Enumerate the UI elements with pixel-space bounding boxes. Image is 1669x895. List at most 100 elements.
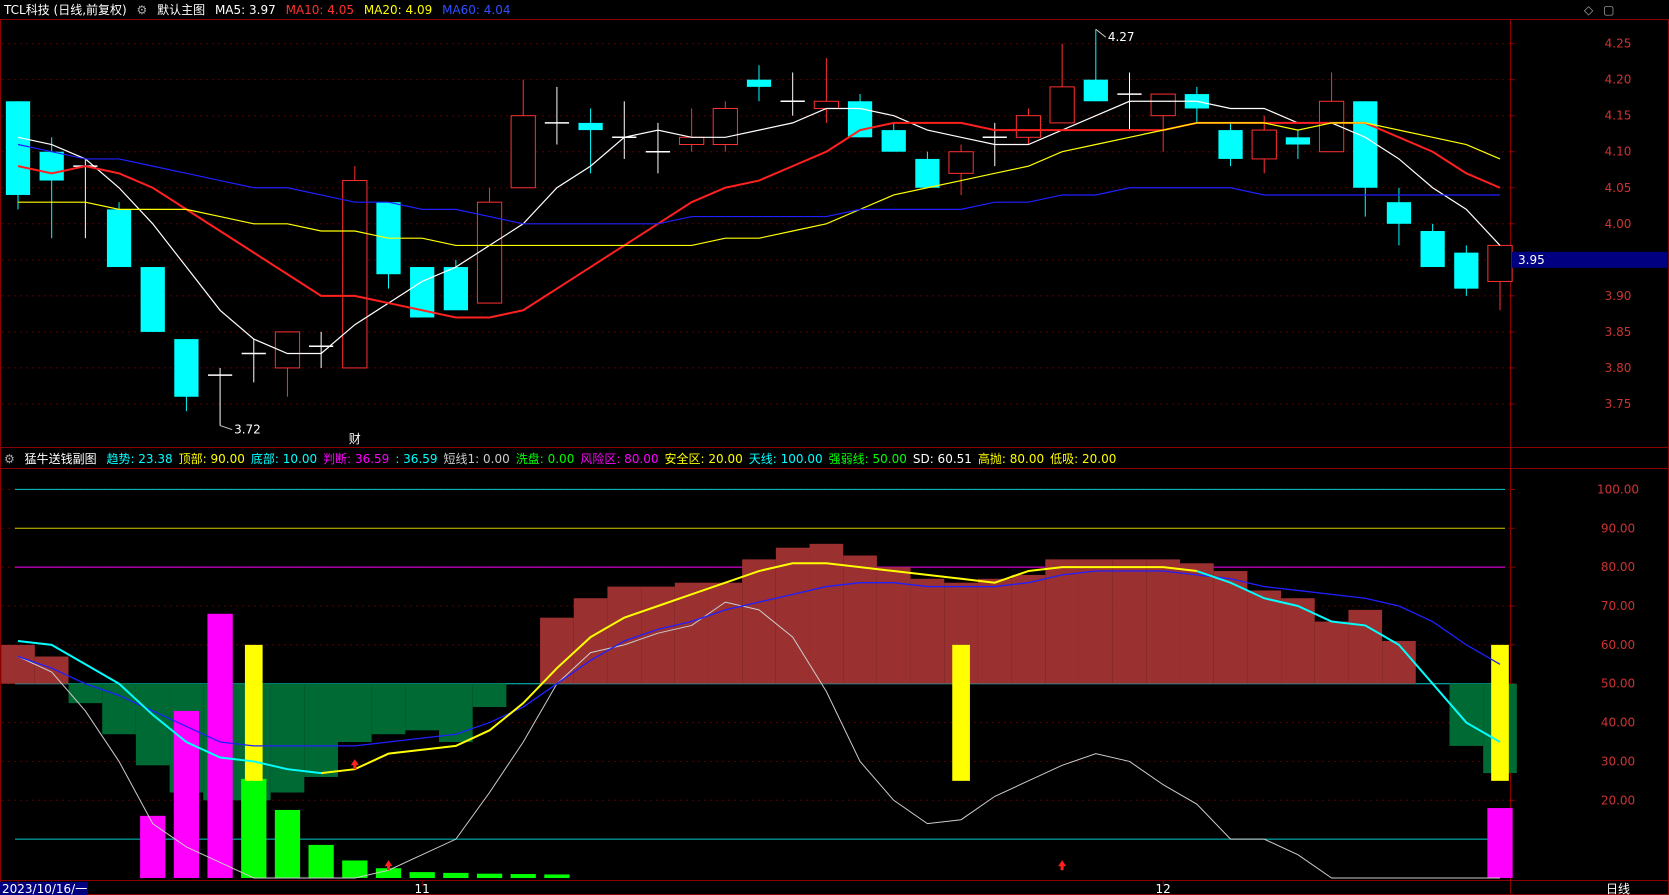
indicator-tick-label: 100.00	[1597, 482, 1639, 496]
indicator-legend-item: 天线: 100.00	[748, 452, 823, 466]
candle-body	[39, 151, 64, 181]
candle-body	[813, 100, 839, 109]
risk-area-bar	[1314, 621, 1349, 684]
candle-body	[106, 209, 132, 268]
risk-area-bar	[708, 582, 743, 684]
candle-body	[746, 79, 772, 87]
indicator-tick-label: 50.00	[1601, 677, 1635, 691]
risk-area-bar	[977, 578, 1012, 684]
safe-area-bar	[1449, 683, 1484, 746]
candle-body	[1218, 130, 1243, 159]
candle-body	[1150, 93, 1176, 117]
date-label: 11	[415, 882, 430, 895]
indicator-legend-item: 短线1: 0.00	[443, 452, 510, 466]
indicator-legend-item: SD: 60.51	[912, 452, 972, 466]
indicator-tick-label: 40.00	[1601, 716, 1635, 730]
price-tick-label: 4.05	[1605, 181, 1632, 195]
magenta-bar	[1487, 808, 1513, 878]
yellow-bar	[952, 644, 970, 781]
risk-area-bar	[1, 644, 35, 684]
risk-area-bar	[742, 559, 776, 684]
candle-body	[1487, 244, 1513, 282]
indicator-legend-item: 判断: 36.59	[323, 452, 390, 466]
candle-body	[443, 267, 468, 311]
risk-area-bar	[910, 578, 945, 684]
risk-area-bar	[1382, 640, 1416, 684]
candle-body	[712, 107, 738, 146]
settings-icon[interactable]: ⚙	[4, 452, 15, 466]
safe-area-bar	[405, 683, 440, 731]
ma10-legend: MA10: 4.05	[285, 3, 354, 17]
indicator-tick-label: 60.00	[1601, 638, 1635, 652]
candle-body	[915, 158, 940, 188]
indicator-legend-item: 强弱线: 50.00	[828, 452, 907, 466]
risk-area-bar	[1247, 590, 1282, 684]
safe-area-bar	[304, 683, 338, 777]
green-bar	[443, 872, 469, 878]
risk-area-bar	[1348, 609, 1383, 684]
candle-body	[679, 136, 705, 146]
indicator-tick-label: 30.00	[1601, 754, 1635, 768]
indicator-tick-label: 70.00	[1601, 599, 1635, 613]
green-bar	[241, 778, 267, 878]
indicator-legend-item: : 36.59	[395, 452, 438, 466]
risk-area-bar	[573, 598, 608, 684]
price-tick-label: 4.20	[1605, 73, 1632, 87]
green-bar	[510, 874, 536, 878]
candle-body	[881, 130, 906, 152]
price-tick-label: 4.25	[1605, 37, 1632, 51]
low-pointer	[219, 425, 233, 431]
indicator-legend-item: 趋势: 23.38	[106, 452, 173, 466]
price-tick-label: 4.10	[1605, 145, 1632, 159]
candle-body	[1015, 115, 1042, 138]
indicator-legend-item: 高抛: 80.00	[977, 452, 1045, 466]
stock-title[interactable]: TCL科技 (日线,前复权)	[4, 3, 127, 17]
ma5-line	[17, 100, 1501, 355]
indicator-title[interactable]: 猛牛送钱副图	[25, 452, 97, 466]
candle-body	[476, 201, 503, 304]
risk-area-bar	[1078, 559, 1113, 684]
candle-body	[578, 122, 603, 131]
date-label: 12	[1156, 882, 1171, 895]
safe-area-bar	[68, 683, 103, 704]
price-tick-label: 3.80	[1605, 361, 1632, 375]
indicator-tick-label: 90.00	[1601, 521, 1635, 535]
price-tick-label: 3.85	[1605, 325, 1632, 339]
up-arrow-icon	[1058, 860, 1067, 871]
high-pointer	[1095, 28, 1107, 38]
candle-body	[1083, 79, 1108, 102]
candle-body	[948, 151, 974, 174]
settings-icon[interactable]: ⚙	[137, 3, 148, 17]
collapse-icon[interactable]: ▢	[1603, 3, 1614, 17]
safe-area-bar	[371, 683, 406, 735]
indicator-tick-label: 80.00	[1601, 560, 1635, 574]
template-selector[interactable]: 默认主图	[157, 3, 205, 17]
current-price-label: 3.95	[1518, 253, 1545, 267]
candle-body	[847, 101, 873, 138]
indicator-legend-item: 洗盘: 0.00	[515, 452, 575, 466]
candle-body	[174, 339, 199, 397]
high-price-label: 4.27	[1108, 30, 1135, 44]
indicator-legend-item: 底部: 10.00	[250, 452, 318, 466]
date-label: 2023/10/16/一	[2, 882, 87, 895]
ma60-legend: MA60: 4.04	[442, 3, 511, 17]
green-bar	[342, 860, 368, 878]
safe-area-bar	[472, 683, 507, 708]
indicator-legend-item: 安全区: 20.00	[664, 452, 743, 466]
candle-body	[5, 101, 31, 195]
candle-body	[510, 115, 536, 189]
low-price-label: 3.72	[234, 423, 261, 437]
stock-chart[interactable]: 3.75 3.80 3.85 3.90 3.95 4.00 4.05 4.10 4.15 4.20…	[0, 0, 1669, 895]
risk-area-bar	[1011, 574, 1046, 684]
risk-area-bar	[540, 617, 574, 684]
candle-body	[1251, 129, 1277, 160]
main-chart-header: TCL科技 (日线,前复权) ⚙ 默认主图 MA5: 3.97 MA10: 4.…	[4, 1, 516, 19]
risk-area-bar	[775, 547, 810, 684]
indicator-legend-item: 风险区: 80.00	[580, 452, 659, 466]
price-tick-label: 4.15	[1605, 109, 1632, 123]
green-bar	[274, 809, 301, 878]
diamond-icon[interactable]: ◇	[1584, 3, 1593, 17]
price-tick-label: 3.75	[1605, 397, 1632, 411]
risk-area-bar	[607, 586, 642, 684]
yellow-bar	[1491, 644, 1509, 781]
